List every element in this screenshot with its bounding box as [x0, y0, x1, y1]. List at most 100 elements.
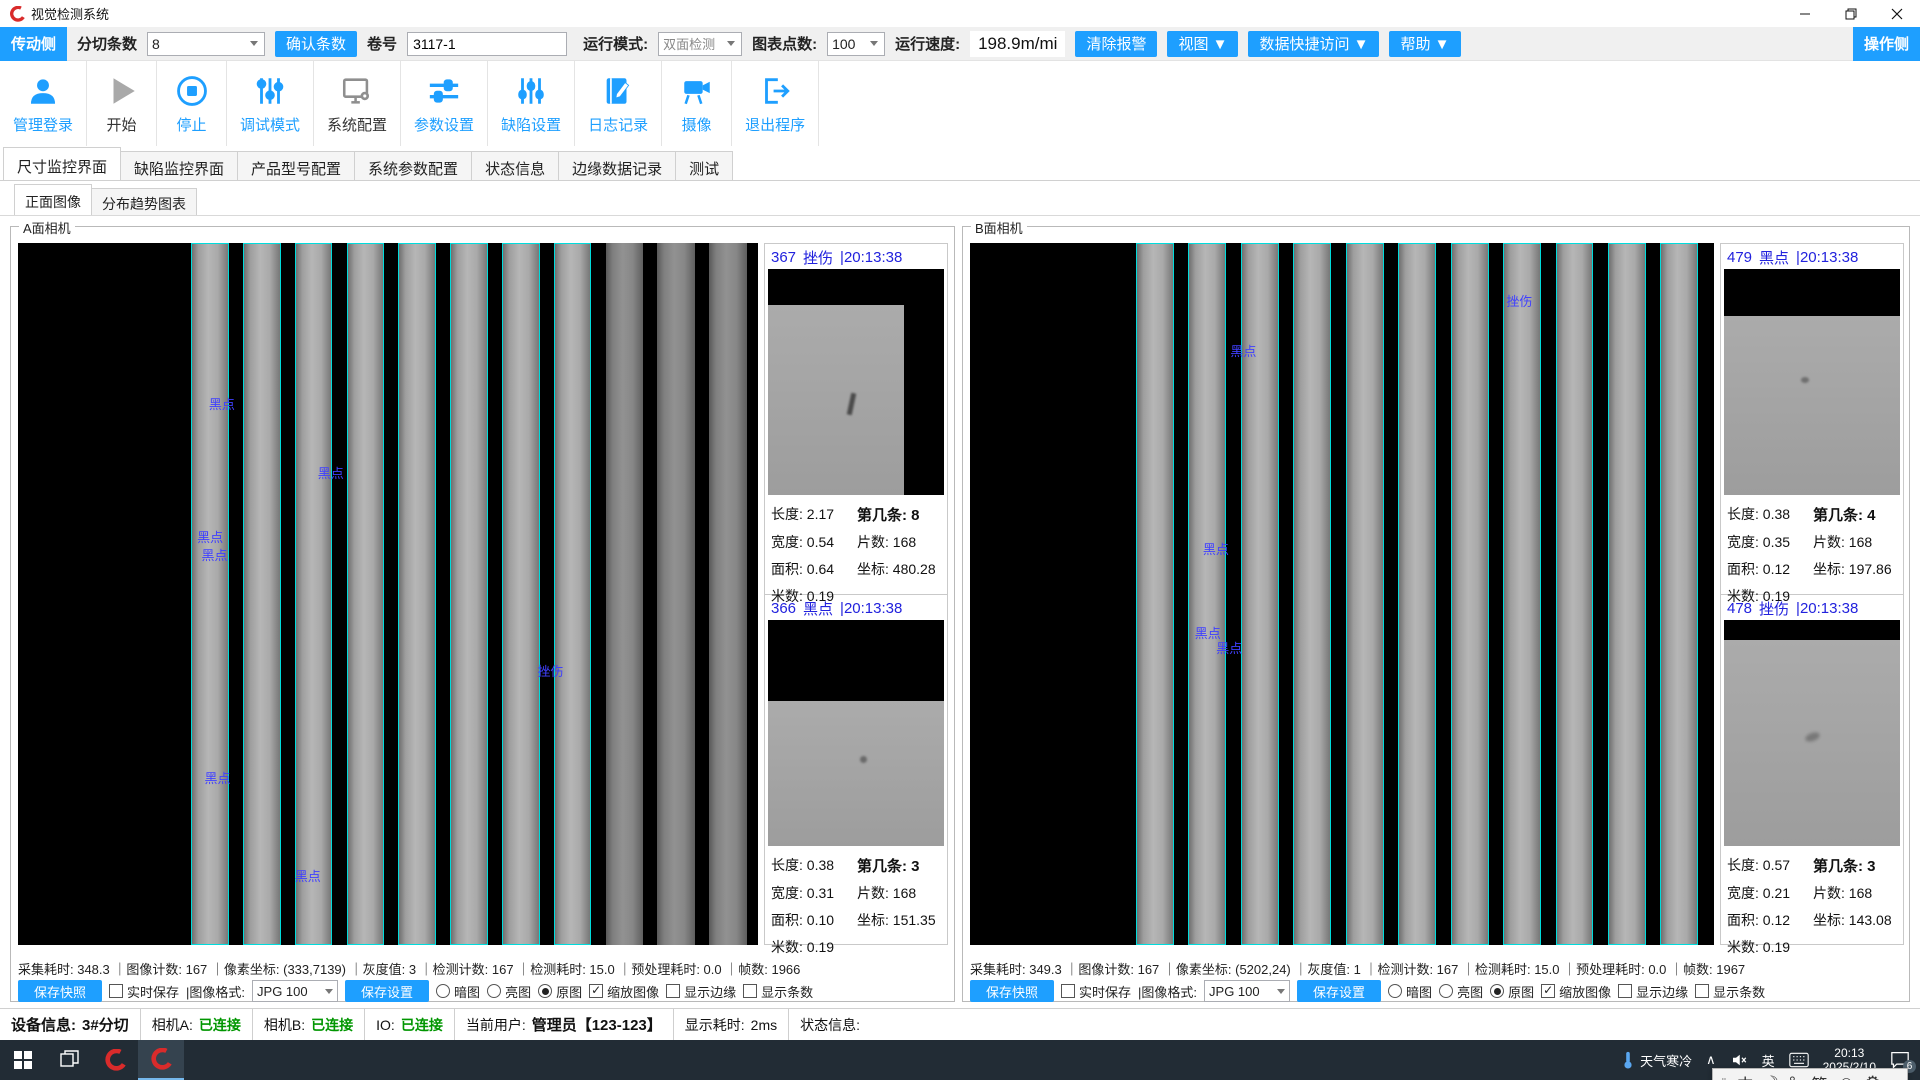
tab-size-monitor[interactable]: 尺寸监控界面 — [3, 147, 121, 180]
slit-count-combobox[interactable]: 8 — [147, 32, 265, 56]
taskbar: 天气寒冷 ∧ 英 20:132025/2/10 6 — [0, 1040, 1920, 1080]
dark-image-radio[interactable]: 暗图 — [436, 982, 480, 1001]
pinned-app-button[interactable] — [92, 1040, 138, 1080]
film-strip — [1398, 243, 1436, 945]
admin-login-button[interactable]: 管理登录 — [0, 61, 87, 146]
subtab-front-image[interactable]: 正面图像 — [14, 184, 92, 215]
show-count-checkbox[interactable]: 显示条数 — [1695, 982, 1765, 1001]
realtime-save-checkbox[interactable]: 实时保存 — [1061, 982, 1131, 1001]
show-edge-checkbox[interactable]: 显示边缘 — [666, 982, 736, 1001]
tab-edge-data-record[interactable]: 边缘数据记录 — [558, 151, 676, 180]
operate-side-button[interactable]: 操作侧 — [1853, 27, 1920, 61]
param-settings-button[interactable]: 参数设置 — [401, 61, 488, 146]
run-mode-combobox[interactable]: 双面检测 — [658, 32, 742, 56]
tab-test[interactable]: 测试 — [675, 151, 733, 180]
ime-punctuation[interactable]: °, — [1789, 1073, 1801, 1080]
clear-alarm-button[interactable]: 清除报警 — [1075, 31, 1157, 57]
start-button[interactable] — [0, 1040, 46, 1080]
show-edge-checkbox[interactable]: 显示边缘 — [1618, 982, 1688, 1001]
camera-b-title: B面相机 — [971, 218, 1027, 237]
exit-program-button[interactable]: 退出程序 — [732, 61, 819, 146]
show-count-checkbox[interactable]: 显示条数 — [743, 982, 813, 1001]
sub-tab-bar: 正面图像 分布趋势图表 — [0, 181, 1920, 216]
v-sliders-icon — [512, 72, 550, 110]
defect-type: 挫伤 — [1759, 598, 1789, 619]
action-center-button[interactable]: 6 — [1890, 1051, 1910, 1069]
film-strip — [1660, 243, 1698, 945]
log-record-button[interactable]: 日志记录 — [575, 61, 662, 146]
image-format-combobox[interactable]: JPG 100 — [1204, 980, 1290, 1002]
run-mode-label: 运行模式: — [583, 33, 648, 54]
save-snapshot-button[interactable]: 保存快照 — [970, 980, 1054, 1002]
defect-entry[interactable]: 367 挫伤 |20:13:38 长度: 2.17 第几条: 8 宽度: 0.5… — [765, 244, 947, 594]
weather-widget[interactable]: 天气寒冷 — [1621, 1051, 1692, 1070]
field-coord: 坐标: 151.35 — [857, 910, 943, 930]
defect-entry[interactable]: 366 黑点 |20:13:38 长度: 0.38 第几条: 3 宽度: 0.3… — [765, 594, 947, 944]
save-settings-button[interactable]: 保存设置 — [345, 980, 429, 1002]
confirm-count-button[interactable]: 确认条数 — [275, 31, 357, 57]
image-format-combobox[interactable]: JPG 100 — [252, 980, 338, 1002]
debug-mode-button[interactable]: 调试模式 — [227, 61, 314, 146]
restore-button[interactable] — [1828, 0, 1874, 27]
realtime-save-checkbox[interactable]: 实时保存 — [109, 982, 179, 1001]
save-snapshot-button[interactable]: 保存快照 — [18, 980, 102, 1002]
tab-defect-monitor[interactable]: 缺陷监控界面 — [120, 151, 238, 180]
ime-simplified[interactable]: 简 — [1811, 1071, 1828, 1080]
volume-muted-icon[interactable] — [1730, 1051, 1748, 1069]
chevron-down-icon — [250, 41, 258, 46]
exit-icon — [756, 72, 794, 110]
ime-drag-handle[interactable]: ‖ — [1721, 1075, 1727, 1080]
film-strip — [554, 243, 592, 945]
tab-system-param-config[interactable]: 系统参数配置 — [354, 151, 472, 180]
close-button[interactable] — [1874, 0, 1920, 27]
film-strip — [1451, 243, 1489, 945]
field-pieces: 片数: 168 — [1813, 883, 1899, 903]
field-meters: 米数: 0.19 — [1727, 937, 1813, 957]
active-app-button[interactable] — [138, 1040, 184, 1080]
original-image-radio[interactable]: 原图 — [538, 982, 582, 1001]
ime-lang-mode[interactable]: 中 — [1737, 1071, 1754, 1080]
help-menu-button[interactable]: 帮助 ▼ — [1389, 31, 1460, 57]
field-area: 面积: 0.12 — [1727, 559, 1813, 579]
zoom-image-checkbox[interactable]: 缩放图像 — [1541, 982, 1611, 1001]
roll-input[interactable] — [407, 32, 567, 56]
start-button[interactable]: 开始 — [87, 61, 157, 146]
defect-entry[interactable]: 478 挫伤 |20:13:38 长度: 0.57 第几条: 3 宽度: 0.2… — [1721, 594, 1903, 944]
field-length: 长度: 0.57 — [1727, 855, 1813, 876]
drive-side-button[interactable]: 传动侧 — [0, 27, 67, 61]
view-menu-button[interactable]: 视图 ▼ — [1167, 31, 1238, 57]
ime-language-bar[interactable]: ‖ 中 ☽ °, 简 ☺ ⚙ — [1712, 1068, 1908, 1080]
stop-button[interactable]: 停止 — [157, 61, 227, 146]
tab-status-info[interactable]: 状态信息 — [471, 151, 559, 180]
task-view-button[interactable] — [46, 1040, 92, 1080]
touch-keyboard-icon[interactable] — [1789, 1052, 1809, 1068]
chevron-down-icon — [870, 41, 878, 46]
defect-type: 黑点 — [1759, 247, 1789, 268]
film-strip — [1556, 243, 1594, 945]
ime-emoji-icon[interactable]: ☺ — [1838, 1073, 1855, 1080]
camera-a-stats: 采集耗时: 348.3 ｜图像计数: 167 ｜像素坐标: (333,7139)… — [18, 959, 950, 978]
defect-entry[interactable]: 479 黑点 |20:13:38 长度: 0.38 第几条: 4 宽度: 0.3… — [1721, 244, 1903, 594]
save-settings-button[interactable]: 保存设置 — [1297, 980, 1381, 1002]
bright-image-radio[interactable]: 亮图 — [1439, 982, 1483, 1001]
capture-button[interactable]: 摄像 — [662, 61, 732, 146]
ime-language-indicator[interactable]: 英 — [1762, 1051, 1775, 1070]
chart-points-combobox[interactable]: 100 — [827, 32, 885, 56]
hidden-icons-chevron[interactable]: ∧ — [1706, 1052, 1716, 1068]
bright-image-radio[interactable]: 亮图 — [487, 982, 531, 1001]
ime-halfwidth-moon-icon[interactable]: ☽ — [1764, 1073, 1779, 1080]
tab-product-model-config[interactable]: 产品型号配置 — [237, 151, 355, 180]
windows-logo-icon — [14, 1051, 32, 1069]
ime-settings-gear-icon[interactable]: ⚙ — [1865, 1073, 1880, 1080]
zoom-image-checkbox[interactable]: 缩放图像 — [589, 982, 659, 1001]
dark-image-radio[interactable]: 暗图 — [1388, 982, 1432, 1001]
minimize-button[interactable] — [1782, 0, 1828, 27]
system-config-button[interactable]: 系统配置 — [314, 61, 401, 146]
original-image-radio[interactable]: 原图 — [1490, 982, 1534, 1001]
defect-info: 长度: 0.38 第几条: 3 宽度: 0.31 片数: 168 面积: 0.1… — [767, 846, 945, 957]
film-strip — [1503, 243, 1541, 945]
subtab-trend-chart[interactable]: 分布趋势图表 — [91, 188, 197, 215]
data-access-menu-button[interactable]: 数据快捷访问 ▼ — [1248, 31, 1379, 57]
defect-settings-button[interactable]: 缺陷设置 — [488, 61, 575, 146]
field-width: 宽度: 0.21 — [1727, 883, 1813, 903]
